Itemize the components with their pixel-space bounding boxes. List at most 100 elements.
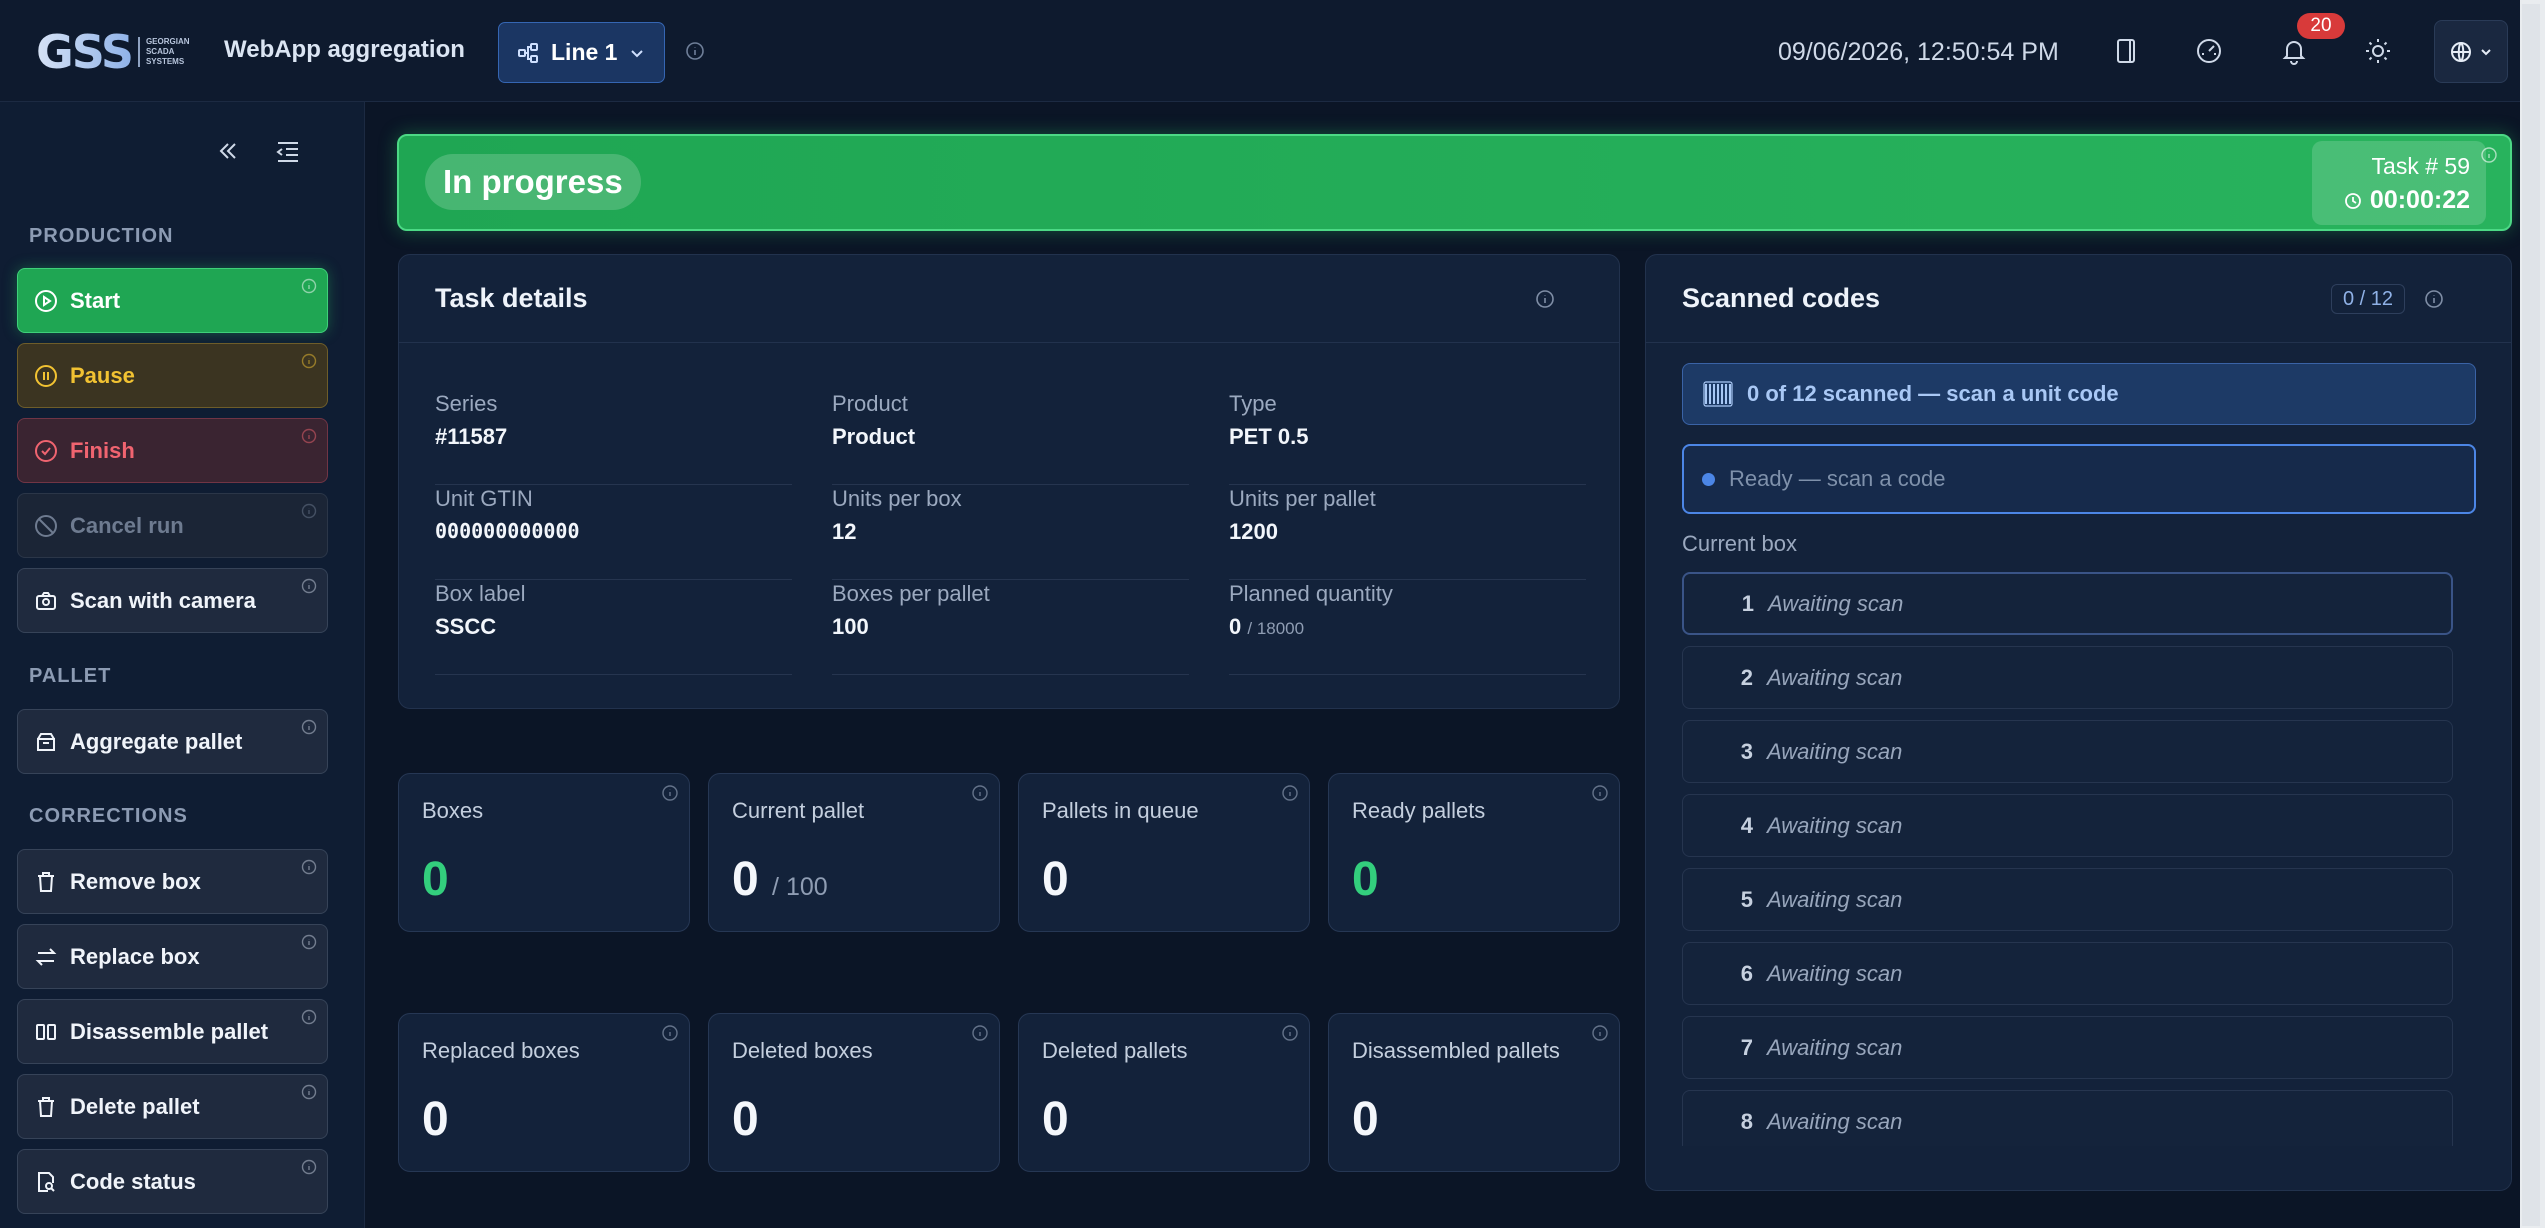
delete-pallet-label: Delete pallet	[70, 1093, 200, 1119]
field-series: Series #11587	[435, 391, 792, 485]
language-button[interactable]	[2434, 20, 2508, 83]
slot-number: 6	[1740, 960, 1753, 986]
elapsed-value: 00:00:22	[2369, 186, 2470, 214]
field-value: 1200	[1229, 519, 1278, 544]
info-icon[interactable]	[685, 41, 705, 61]
disassemble-pallet-button[interactable]: Disassemble pallet	[17, 999, 328, 1064]
stat-value: 0	[1042, 1093, 1069, 1146]
slot-list[interactable]: 1 Awaiting scan 2 Awaiting scan 3 Awaiting …	[1682, 572, 2458, 1146]
slot-number: 5	[1740, 886, 1753, 912]
slot-row: 7 Awaiting scan	[1682, 1016, 2453, 1079]
line-select[interactable]: Line 1	[498, 22, 665, 83]
info-icon[interactable]	[1281, 784, 1299, 802]
stat-value: 0	[1042, 853, 1069, 906]
info-icon	[301, 1159, 317, 1175]
slot-number: 4	[1740, 812, 1753, 838]
info-icon[interactable]	[971, 784, 989, 802]
pause-label: Pause	[70, 362, 135, 388]
stat-label: Deleted boxes	[732, 1038, 873, 1063]
status-dot	[1702, 472, 1715, 486]
remove-box-label: Remove box	[70, 868, 201, 894]
gauge-icon[interactable]	[2194, 36, 2224, 66]
split-icon	[34, 1020, 58, 1044]
status-label: In progress	[425, 154, 641, 210]
code-status-label: Code status	[70, 1168, 196, 1194]
package-icon	[34, 730, 58, 754]
task-details-title: Task details	[435, 283, 588, 313]
cancel-run-label: Cancel run	[70, 512, 184, 538]
info-icon	[301, 859, 317, 875]
field-label: Box label	[435, 581, 526, 606]
info-icon[interactable]	[2424, 289, 2444, 309]
collapse-sidebar-icon[interactable]	[215, 138, 241, 164]
info-icon	[301, 1009, 317, 1025]
logo-subtitle: GEORGIAN SCADA SYSTEMS	[137, 37, 196, 67]
field-label: Unit GTIN	[435, 486, 533, 511]
datetime: 09/06/2026, 12:50:54 PM	[1778, 38, 2059, 66]
field-label: Product	[832, 391, 908, 416]
task-number: Task # 59	[2371, 153, 2470, 179]
play-icon	[34, 289, 58, 313]
info-icon[interactable]	[1281, 1024, 1299, 1042]
book-icon[interactable]	[2111, 36, 2141, 66]
scanned-codes-header: Scanned codes 0 / 12	[1646, 255, 2511, 343]
scanned-codes-title: Scanned codes	[1682, 283, 1881, 313]
sun-icon[interactable]	[2363, 36, 2393, 66]
scan-progress-text: 0 of 12 scanned — scan a unit code	[1747, 381, 2119, 406]
field-value: PET 0.5	[1229, 424, 1309, 449]
stat-deleted-pallets: Deleted pallets 0	[1018, 1013, 1310, 1172]
stat-disassembled-pallets: Disassembled pallets 0	[1328, 1013, 1620, 1172]
finish-button[interactable]: Finish	[17, 418, 328, 483]
scan-input[interactable]: Ready — scan a code	[1682, 444, 2476, 514]
info-icon[interactable]	[2480, 146, 2498, 164]
file-search-icon	[34, 1170, 58, 1194]
info-icon[interactable]	[661, 1024, 679, 1042]
field-value: 12	[832, 519, 857, 544]
stat-value: 0	[732, 1093, 759, 1146]
stat-current: 0	[732, 853, 759, 906]
slot-number: 1	[1741, 590, 1754, 616]
pause-button[interactable]: Pause	[17, 343, 328, 408]
field-value: 0 / 18000	[1229, 614, 1304, 640]
info-icon[interactable]	[971, 1024, 989, 1042]
info-icon[interactable]	[1591, 1024, 1609, 1042]
stat-label: Boxes	[422, 798, 484, 823]
page-scrollbar-thumb[interactable]	[2522, 4, 2540, 1226]
stat-label: Replaced boxes	[422, 1038, 580, 1063]
slot-row: 1 Awaiting scan	[1682, 572, 2453, 635]
top-bar: GSS GEORGIAN SCADA SYSTEMS WebApp aggreg…	[0, 0, 2545, 102]
slot-row: 3 Awaiting scan	[1682, 720, 2453, 783]
info-icon	[301, 428, 317, 444]
delete-pallet-button[interactable]: Delete pallet	[17, 1074, 328, 1139]
stat-pallets-in-queue: Pallets in queue 0	[1018, 773, 1310, 932]
globe-icon	[2449, 40, 2473, 64]
slot-row: 6 Awaiting scan	[1682, 942, 2453, 1005]
slot-status: Awaiting scan	[1767, 960, 1903, 986]
outdent-icon[interactable]	[275, 140, 301, 164]
stat-current-pallet: Current pallet 0 / 100	[708, 773, 1000, 932]
code-status-button[interactable]: Code status	[17, 1149, 328, 1214]
bell-icon[interactable]	[2279, 36, 2309, 66]
current-box-label: Current box	[1682, 531, 1797, 556]
stat-value: 0	[422, 853, 449, 906]
aggregate-pallet-label: Aggregate pallet	[70, 728, 243, 754]
start-button[interactable]: Start	[17, 268, 328, 333]
slot-row: 8 Awaiting scan	[1682, 1090, 2453, 1146]
stat-value: 0	[422, 1093, 449, 1146]
scan-progress-banner: 0 of 12 scanned — scan a unit code	[1682, 363, 2476, 425]
field-value: 000000000000	[435, 519, 580, 543]
info-icon[interactable]	[661, 784, 679, 802]
planned-total: / 18000	[1247, 619, 1305, 638]
stat-value: 0 / 100	[732, 852, 828, 907]
cancel-run-button[interactable]: Cancel run	[17, 493, 328, 558]
info-icon	[301, 578, 317, 594]
aggregate-pallet-button[interactable]: Aggregate pallet	[17, 709, 328, 774]
slot-status: Awaiting scan	[1767, 886, 1903, 912]
info-icon[interactable]	[1535, 289, 1555, 309]
scan-camera-button[interactable]: Scan with camera	[17, 568, 328, 633]
info-icon[interactable]	[1591, 784, 1609, 802]
remove-box-button[interactable]: Remove box	[17, 849, 328, 914]
task-details-card: Task details Series #11587 Product Produ…	[398, 254, 1620, 709]
chevron-down-icon	[629, 45, 645, 61]
replace-box-button[interactable]: Replace box	[17, 924, 328, 989]
